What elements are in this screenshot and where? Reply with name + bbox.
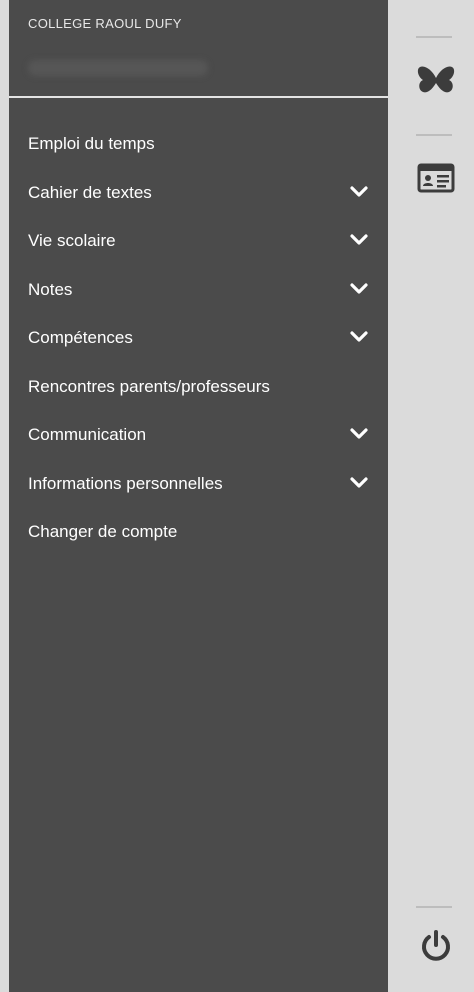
chevron-down-icon: [350, 186, 368, 197]
menu-item-label: Rencontres parents/professeurs: [28, 376, 270, 396]
menu-item-communication[interactable]: Communication: [9, 411, 388, 460]
navigation-drawer: COLLEGE RAOUL DUFY Emploi du temps Cahie…: [9, 0, 388, 992]
menu-item-rencontres[interactable]: Rencontres parents/professeurs: [9, 363, 388, 412]
menu-item-emploi-du-temps[interactable]: Emploi du temps: [9, 120, 388, 169]
chevron-down-icon: [350, 477, 368, 488]
rail-divider: [416, 906, 452, 908]
menu-item-label: Communication: [28, 425, 147, 445]
chevron-down-icon: [350, 331, 368, 342]
menu-item-cahier-de-textes[interactable]: Cahier de textes: [9, 169, 388, 218]
menu-item-vie-scolaire[interactable]: Vie scolaire: [9, 217, 388, 266]
menu-item-label: Emploi du temps: [28, 134, 155, 154]
app-screen: COLLEGE RAOUL DUFY Emploi du temps Cahie…: [0, 0, 474, 992]
butterfly-icon[interactable]: [416, 62, 456, 98]
menu-item-label: Notes: [28, 279, 73, 299]
school-name: COLLEGE RAOUL DUFY: [28, 16, 182, 31]
rail-divider: [416, 36, 452, 38]
side-rail: [388, 0, 474, 992]
menu-item-label: Changer de compte: [28, 522, 178, 542]
chevron-down-icon: [350, 428, 368, 439]
menu-item-changer-de-compte[interactable]: Changer de compte: [9, 508, 388, 557]
menu-item-label: Informations personnelles: [28, 473, 223, 493]
menu-item-informations-personnelles[interactable]: Informations personnelles: [9, 460, 388, 509]
menu-item-label: Vie scolaire: [28, 231, 116, 251]
school-header: COLLEGE RAOUL DUFY: [9, 0, 388, 98]
menu-item-label: Cahier de textes: [28, 182, 152, 202]
menu-item-label: Compétences: [28, 328, 133, 348]
menu-item-competences[interactable]: Compétences: [9, 314, 388, 363]
menu-item-notes[interactable]: Notes: [9, 266, 388, 315]
blurred-student-name: [28, 60, 208, 76]
power-icon[interactable]: [416, 928, 456, 964]
rail-divider: [416, 134, 452, 136]
id-card-icon[interactable]: [416, 160, 456, 196]
chevron-down-icon: [350, 283, 368, 294]
drawer-menu: Emploi du temps Cahier de textes Vie sco…: [9, 120, 388, 557]
chevron-down-icon: [350, 234, 368, 245]
